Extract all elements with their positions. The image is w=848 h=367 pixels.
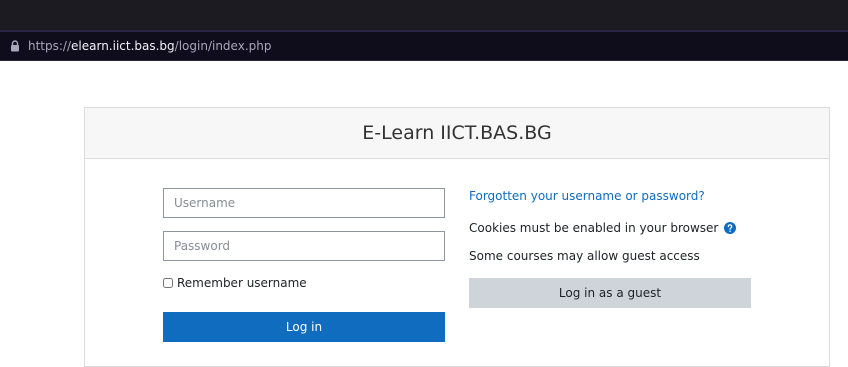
username-input[interactable] (163, 188, 445, 218)
lock-icon (11, 40, 19, 52)
guest-access-note: Some courses may allow guest access (469, 249, 700, 263)
login-button[interactable]: Log in (163, 312, 445, 342)
address-row[interactable]: https://elearn.iict.bas.bg/login/index.p… (10, 38, 271, 54)
url-path: /login/index.php (174, 39, 272, 53)
cookies-notice: Cookies must be enabled in your browser (469, 221, 737, 235)
login-card-header: E-Learn IICT.BAS.BG (85, 108, 829, 159)
remember-username-label: Remember username (177, 276, 307, 290)
cookies-notice-text: Cookies must be enabled in your browser (469, 221, 719, 235)
remember-username-checkbox[interactable] (163, 278, 173, 288)
help-icon[interactable] (724, 222, 737, 234)
guest-login-button[interactable]: Log in as a guest (469, 278, 751, 308)
site-title: E-Learn IICT.BAS.BG (362, 122, 552, 144)
url-text[interactable]: https://elearn.iict.bas.bg/login/index.p… (28, 39, 271, 53)
browser-tab-bar (0, 0, 848, 30)
remember-username[interactable]: Remember username (163, 276, 307, 290)
password-input[interactable] (163, 231, 445, 261)
url-host: elearn.iict.bas.bg (71, 39, 175, 53)
forgot-password-link[interactable]: Forgotten your username or password? (469, 189, 705, 203)
url-scheme: https:// (28, 39, 72, 53)
